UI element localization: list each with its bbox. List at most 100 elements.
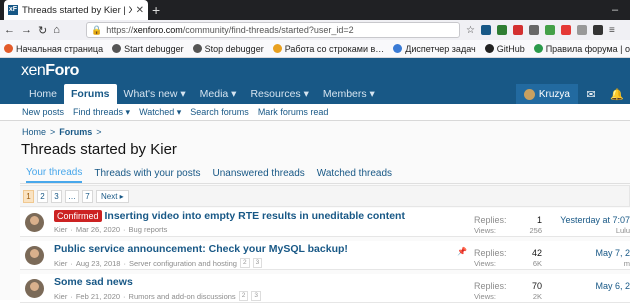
sticky-pin-icon: 📌 <box>457 247 467 256</box>
browser-tab[interactable]: xF Threads started by Kier | XenForo ✕ <box>4 0 148 20</box>
extension-icon[interactable] <box>560 25 571 35</box>
bookmark-item[interactable]: Stop debugger <box>192 44 264 54</box>
toolbar-extensions: ☆ ≡ <box>466 20 615 40</box>
thread-title[interactable]: Public service announcement: Check your … <box>54 243 348 255</box>
bookmark-icon <box>4 44 13 53</box>
nav-home[interactable]: Home <box>22 84 64 104</box>
thread-forum[interactable]: Rumors and add-on discussions <box>129 292 236 301</box>
views-count: 256 <box>529 226 542 235</box>
menu-icon[interactable]: ≡ <box>609 25 615 36</box>
site-logo[interactable]: xenForo <box>21 62 79 80</box>
thread-title[interactable]: Inserting video into empty RTE results i… <box>105 210 405 222</box>
last-post-date[interactable]: May 7, 2 <box>548 248 630 258</box>
address-bar[interactable]: 🔒 https://xenforo.com/community/find-thr… <box>86 22 460 38</box>
tab-threads-with-posts[interactable]: Threads with your posts <box>94 164 200 183</box>
nav-whats-new[interactable]: What's new ▾ <box>117 84 193 104</box>
url-domain: xenforo.com <box>133 25 183 35</box>
thread-author[interactable]: Kier <box>54 259 67 268</box>
thread-filter-tabs: Your threads Threads with your posts Una… <box>20 164 630 184</box>
avatar[interactable] <box>25 213 44 232</box>
extension-icon[interactable] <box>592 25 603 35</box>
extension-icon[interactable] <box>496 25 507 35</box>
thread-page-link[interactable]: 2 <box>239 258 250 268</box>
account-area: Kruzya ✉ 🔔 <box>515 84 630 104</box>
subnav-mark-read[interactable]: Mark forums read <box>258 107 329 117</box>
next-page-button[interactable]: Next ▸ <box>96 189 129 203</box>
bookmark-item[interactable]: Диспетчер задач <box>393 44 476 54</box>
avatar <box>523 88 535 100</box>
page-link[interactable]: 7 <box>82 189 93 203</box>
nav-resources[interactable]: Resources ▾ <box>243 84 315 104</box>
extension-icon[interactable] <box>512 25 523 35</box>
page-skip[interactable]: … <box>65 189 79 203</box>
bookmark-item[interactable]: GitHub <box>484 44 525 54</box>
url-prefix: https:// <box>106 25 134 35</box>
views-label: Views: <box>474 226 496 235</box>
subnav-new-posts[interactable]: New posts <box>22 107 64 117</box>
browser-tab-bar: xF Threads started by Kier | XenForo ✕ +… <box>0 0 630 20</box>
bookmark-item[interactable]: Начальная страница <box>4 44 103 54</box>
avatar[interactable] <box>25 279 44 298</box>
tab-your-threads[interactable]: Your threads <box>26 164 83 183</box>
pagination: 1 2 3 … 7 Next ▸ <box>20 185 630 207</box>
views-count: 6K <box>532 259 542 268</box>
replies-count: 42 <box>531 248 542 258</box>
user-menu[interactable]: Kruzya <box>515 84 578 104</box>
close-tab-icon[interactable]: ✕ <box>136 5 144 16</box>
thread-author[interactable]: Kier <box>54 225 67 234</box>
extension-icon[interactable] <box>528 25 539 35</box>
avatar[interactable] <box>25 246 44 265</box>
thread-date[interactable]: Aug 23, 2018 <box>76 259 121 268</box>
bookmark-item[interactable]: Start debugger <box>112 44 184 54</box>
bookmark-icon <box>192 44 202 53</box>
page-link[interactable]: 2 <box>37 189 48 203</box>
new-tab-icon[interactable]: + <box>152 1 160 19</box>
thread-page-link[interactable]: 3 <box>252 258 263 268</box>
reload-icon[interactable]: ↻ <box>38 24 47 37</box>
lock-icon: 🔒 <box>91 24 103 35</box>
page-link[interactable]: 1 <box>23 189 34 203</box>
tab-watched[interactable]: Watched threads <box>317 164 392 183</box>
nav-members[interactable]: Members ▾ <box>316 84 382 104</box>
alerts-bell-icon[interactable]: 🔔 <box>604 88 630 101</box>
last-post-user[interactable]: m <box>548 259 630 268</box>
breadcrumb-home[interactable]: Home <box>22 127 46 137</box>
extension-icon[interactable] <box>544 25 555 35</box>
nav-forums[interactable]: Forums <box>64 84 117 104</box>
forward-icon[interactable]: → <box>21 24 32 36</box>
back-icon[interactable]: ← <box>4 24 15 36</box>
thread-date[interactable]: Feb 21, 2020 <box>76 292 120 301</box>
minimize-icon[interactable]: – <box>600 0 630 20</box>
subnav-find-threads[interactable]: Find threads ▾ <box>73 107 130 118</box>
page-link[interactable]: 3 <box>51 189 62 203</box>
bookmark-star-icon[interactable]: ☆ <box>466 25 475 36</box>
thread-title[interactable]: Some sad news <box>54 276 133 288</box>
subnav-search-forums[interactable]: Search forums <box>190 107 249 117</box>
thread-forum[interactable]: Bug reports <box>129 225 168 234</box>
last-post-user[interactable]: Lulu <box>548 226 630 235</box>
inbox-icon[interactable]: ✉ <box>578 88 604 101</box>
replies-label: Replies: <box>474 248 507 258</box>
last-post-date[interactable]: May 6, 2 <box>548 281 630 291</box>
thread-author[interactable]: Kier <box>54 292 67 301</box>
sub-nav: New posts Find threads ▾ Watched ▾ Searc… <box>0 104 630 121</box>
extension-icon[interactable] <box>576 25 587 35</box>
github-icon <box>484 44 494 53</box>
last-post-date[interactable]: Yesterday at 7:07 <box>548 215 630 225</box>
replies-label: Replies: <box>474 281 507 291</box>
thread-prefix-badge[interactable]: Confirmed <box>54 210 102 222</box>
bookmark-item[interactable]: Правила форума | ot… <box>533 44 630 54</box>
xenforo-extension-icon[interactable] <box>480 25 491 35</box>
tab-unanswered[interactable]: Unanswered threads <box>213 164 305 183</box>
replies-label: Replies: <box>474 215 507 225</box>
thread-row: Confirmed Inserting video into empty RTE… <box>20 208 630 237</box>
breadcrumb-forums[interactable]: Forums <box>59 127 92 137</box>
thread-forum[interactable]: Server configuration and hosting <box>129 259 237 268</box>
xenforo-favicon-icon: xF <box>8 5 18 15</box>
home-icon[interactable]: ⌂ <box>53 24 60 36</box>
nav-media[interactable]: Media ▾ <box>193 84 244 104</box>
bookmark-icon <box>112 44 122 53</box>
subnav-watched[interactable]: Watched ▾ <box>139 107 181 118</box>
bookmark-item[interactable]: Работа со строками в… <box>272 44 384 54</box>
thread-date[interactable]: Mar 26, 2020 <box>76 225 120 234</box>
